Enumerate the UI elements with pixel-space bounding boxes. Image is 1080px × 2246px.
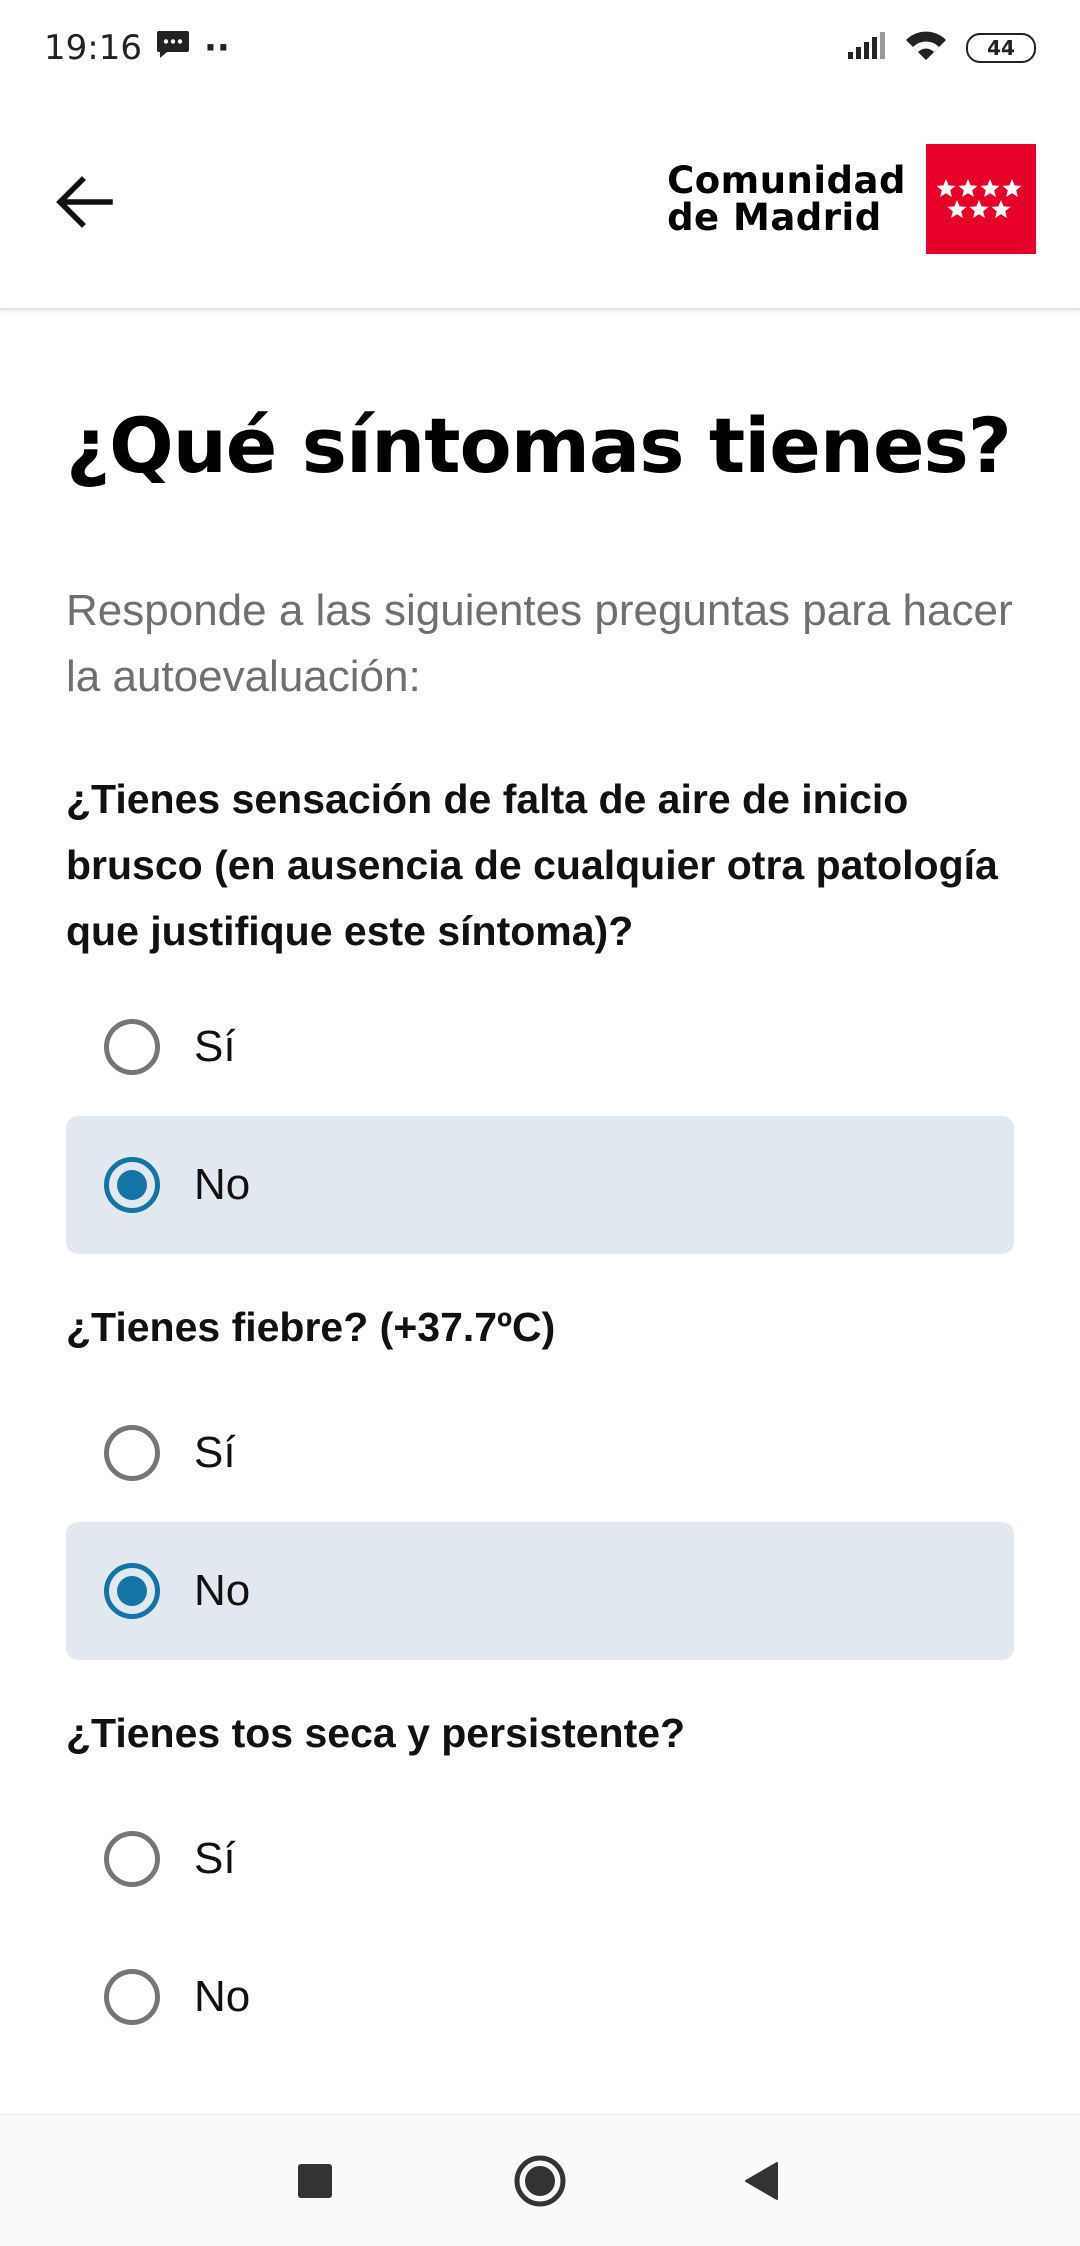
status-time: 19:16 [44, 28, 142, 68]
status-dots: ·· [203, 28, 230, 68]
battery-icon: 44 [966, 33, 1036, 63]
question-1-option-si[interactable]: Sí [66, 978, 1014, 1116]
square-recents-icon [298, 2163, 332, 2198]
option-label: No [194, 1160, 251, 1209]
signal-icon [846, 31, 886, 65]
question-1-option-no[interactable]: No [66, 1116, 1014, 1254]
status-bar: 19:16 ·· 44 [0, 0, 1080, 96]
question-2-option-no[interactable]: No [66, 1522, 1014, 1660]
option-label: Sí [194, 1428, 236, 1477]
question-group-1: ¿Tienes sensación de falta de aire de in… [66, 766, 1014, 1254]
back-button[interactable] [48, 166, 120, 238]
navigation-bar [0, 2114, 1080, 2246]
option-label: Sí [194, 1834, 236, 1883]
madrid-flag-icon [926, 144, 1036, 254]
radio-unchecked-icon[interactable] [104, 1831, 160, 1887]
arrow-left-icon [56, 176, 113, 228]
logo-text: Comunidad de Madrid [667, 162, 906, 236]
question-2-text: ¿Tienes fiebre? (+37.7ºC) [66, 1304, 556, 1350]
app-header: Comunidad de Madrid [0, 96, 1080, 310]
question-group-2: ¿Tienes fiebre? (+37.7ºC) Sí No [66, 1294, 1014, 1660]
radio-unchecked-icon[interactable] [104, 1969, 160, 2025]
question-3-option-si[interactable]: Sí [66, 1790, 1014, 1928]
status-left: 19:16 ·· [44, 28, 230, 68]
battery-level: 44 [987, 36, 1015, 60]
option-label: No [194, 1972, 251, 2021]
page-title: ¿Qué síntomas tienes? [66, 401, 1012, 490]
question-3-option-no[interactable]: No [66, 1928, 1014, 2066]
radio-checked-icon[interactable] [104, 1563, 160, 1619]
radio-unchecked-icon[interactable] [104, 1425, 160, 1481]
home-button[interactable] [495, 2136, 585, 2226]
intro-text: Responde a las siguientes preguntas para… [66, 586, 1013, 701]
system-back-button[interactable] [716, 2136, 806, 2226]
wifi-icon [904, 30, 948, 67]
question-1-text: ¿Tienes sensación de falta de aire de in… [66, 776, 998, 954]
question-2-option-si[interactable]: Sí [66, 1384, 1014, 1522]
option-label: No [194, 1566, 251, 1615]
status-right: 44 [846, 30, 1036, 67]
radio-unchecked-icon[interactable] [104, 1019, 160, 1075]
option-label: Sí [194, 1022, 236, 1071]
message-icon [156, 28, 190, 68]
comunidad-madrid-logo: Comunidad de Madrid [667, 144, 1036, 254]
question-group-3: ¿Tienes tos seca y persistente? Sí No [66, 1700, 1014, 2066]
recents-button[interactable] [270, 2136, 360, 2226]
content: ¿Qué síntomas tienes? Responde a las sig… [66, 310, 1014, 2066]
logo-line-1: Comunidad [667, 159, 906, 202]
triangle-back-icon [745, 2161, 778, 2200]
circle-home-icon [514, 2155, 566, 2206]
logo-line-2: de Madrid [667, 196, 882, 239]
radio-checked-icon[interactable] [104, 1157, 160, 1213]
question-3-text: ¿Tienes tos seca y persistente? [66, 1710, 686, 1756]
